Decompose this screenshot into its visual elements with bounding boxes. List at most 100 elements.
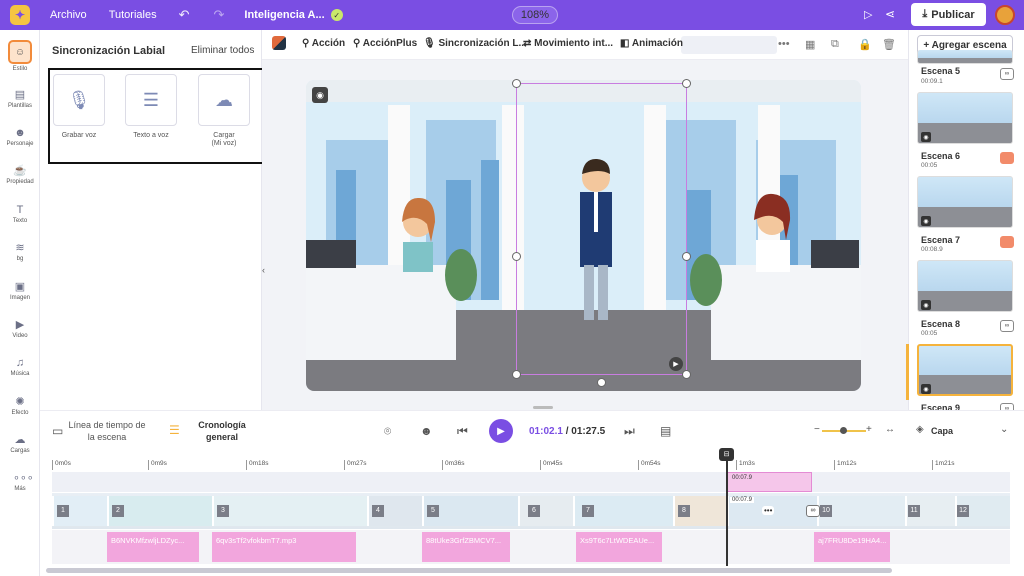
play-button[interactable]: ▶: [489, 419, 513, 443]
tab-accion[interactable]: ⚲ Acción: [302, 38, 345, 49]
nav-item-propiedad[interactable]: ☕ Propiedad: [0, 165, 40, 185]
text-icon: T: [16, 204, 24, 216]
play-element-icon[interactable]: ▶: [669, 357, 683, 371]
nav-item-imagen[interactable]: ▣ Imagen: [0, 281, 40, 301]
nav-item-video[interactable]: ▶ Video: [0, 319, 40, 339]
resize-handle-br[interactable]: [682, 370, 691, 379]
tab-scene-timeline[interactable]: Línea de tiempo de la escena: [66, 419, 148, 443]
nav-item-musica[interactable]: ♫ Música: [0, 357, 40, 377]
scene-thumb-7[interactable]: [917, 260, 1013, 312]
color-swatch-icon[interactable]: [272, 36, 286, 50]
ruler-tick: 0m0s: [52, 460, 71, 470]
app-logo-icon[interactable]: ✦: [10, 5, 30, 25]
tab-lipsync[interactable]: 🎙 Sincronización L...: [423, 38, 527, 49]
remove-all-button[interactable]: Eliminar todos: [191, 45, 254, 56]
project-name[interactable]: Inteligencia A...: [244, 9, 324, 21]
lock-icon[interactable]: 🔒: [858, 38, 872, 51]
video-icon: ▶: [15, 319, 25, 331]
camera-icon[interactable]: ◉: [312, 87, 328, 103]
menu-file[interactable]: Archivo: [50, 9, 87, 21]
nav-item-estilo[interactable]: ☺ Estilo: [0, 40, 40, 72]
nav-item-texto[interactable]: T Texto: [0, 204, 40, 224]
resize-handle-tr[interactable]: [682, 79, 691, 88]
nav-item-mas[interactable]: ∘∘∘ Más: [0, 472, 40, 492]
collapse-panel-icon[interactable]: ‹: [262, 265, 272, 283]
audio-clip[interactable]: aj7FRU8De19HA4...: [814, 532, 890, 562]
transparency-icon[interactable]: ▦: [805, 38, 815, 51]
layers-icon[interactable]: ⧉: [831, 38, 839, 51]
ruler-tick: 1m12s: [834, 460, 857, 470]
redo-icon[interactable]: ↷: [213, 7, 224, 23]
general-timeline-icon[interactable]: ☰: [169, 423, 180, 437]
nav-item-cargas[interactable]: ☁ Cargas: [0, 434, 40, 454]
nav-item-efecto[interactable]: ✺ Efecto: [0, 396, 40, 416]
timeline-ruler[interactable]: 0m0s 0m9s 0m18s 0m27s 0m36s 0m45s 0m54s …: [40, 456, 1024, 472]
scene-transition-icon[interactable]: [1000, 152, 1014, 164]
camera-icon: ◉: [921, 132, 931, 142]
fit-width-icon[interactable]: ↔: [885, 424, 895, 435]
nav-label: Plantillas: [7, 103, 32, 109]
resize-handle-tl[interactable]: [512, 79, 521, 88]
more-options-icon[interactable]: •••: [778, 38, 790, 50]
scene-thumb-6[interactable]: [917, 176, 1013, 228]
selection-box[interactable]: [516, 83, 687, 375]
scene-thumb-4[interactable]: [917, 50, 1013, 64]
playhead-handle-icon[interactable]: ⊟: [719, 448, 734, 461]
segment-number: 3: [217, 505, 229, 517]
scene-segment[interactable]: [212, 496, 367, 526]
screenshot-icon[interactable]: ⌾: [384, 424, 391, 439]
delete-icon[interactable]: 🗑: [882, 38, 896, 51]
rotate-handle[interactable]: [597, 378, 606, 387]
nav-item-bg[interactable]: ≋ bg: [0, 242, 40, 262]
resize-handle-bl[interactable]: [512, 370, 521, 379]
lipsync-block[interactable]: 00:07.9: [727, 472, 812, 492]
scene-transition-icon[interactable]: [1000, 236, 1014, 248]
element-track[interactable]: [52, 472, 1010, 492]
text-to-speech-button[interactable]: ☰: [125, 74, 177, 126]
segment-number: 1: [57, 505, 69, 517]
record-voice-button[interactable]: 🎙: [53, 74, 105, 126]
tab-general-timeline[interactable]: Cronología general: [190, 419, 254, 443]
timeline-scrollbar[interactable]: [46, 568, 892, 573]
share-icon[interactable]: ⋖: [885, 7, 895, 21]
tab-accionplus[interactable]: ⚲ AcciónPlus: [353, 38, 417, 49]
zoom-level[interactable]: 108%: [512, 6, 558, 24]
resize-drag-bar[interactable]: [533, 406, 553, 409]
skip-forward-icon[interactable]: ⏭: [624, 424, 635, 439]
scene-segment[interactable]: [518, 496, 573, 526]
audio-clip[interactable]: 88tUke3GrfZBMCV7...: [422, 532, 510, 562]
chevron-down-icon[interactable]: ⌄: [1000, 424, 1008, 435]
character-icon[interactable]: ☻: [420, 424, 433, 438]
audio-clip[interactable]: B6NVKMfzwljLDZyc...: [107, 532, 199, 562]
resize-handle-mr[interactable]: [682, 252, 691, 261]
nav-item-personaje[interactable]: ☻ Personaje: [0, 127, 40, 147]
transition-icon[interactable]: ∞: [806, 505, 820, 517]
scene-transition-icon[interactable]: ∞: [1000, 320, 1014, 332]
zoom-in-icon[interactable]: +: [866, 424, 872, 435]
scene-thumb-5[interactable]: [917, 92, 1013, 144]
nav-item-plantillas[interactable]: ▤ Plantillas: [0, 89, 40, 109]
skip-back-icon[interactable]: ⏮: [457, 424, 468, 439]
scene-transition-icon[interactable]: ∞: [1000, 68, 1014, 80]
timeline-zoom-knob[interactable]: [840, 427, 847, 434]
layer-label[interactable]: Capa: [931, 426, 953, 436]
undo-icon[interactable]: ↶: [179, 7, 190, 23]
tab-movement[interactable]: ⇄ Movimiento int...: [523, 38, 613, 49]
tab-animation[interactable]: ◧ Animación: [620, 38, 683, 49]
scene-timeline-icon[interactable]: ▭: [52, 424, 63, 438]
menu-tutorials[interactable]: Tutoriales: [109, 9, 157, 21]
segment-number: 10: [820, 505, 832, 517]
user-avatar[interactable]: [995, 5, 1015, 25]
playhead[interactable]: [726, 458, 728, 566]
audio-clip[interactable]: 6qv3sTf2vfokbmT7.mp3: [212, 532, 356, 562]
subtitles-icon[interactable]: ▤: [660, 424, 671, 438]
resize-handle-ml[interactable]: [512, 252, 521, 261]
audio-clip[interactable]: Xs9T6c7LtWDEAUe...: [576, 532, 662, 562]
preview-play-icon[interactable]: ▷: [864, 8, 872, 21]
zoom-out-icon[interactable]: −: [814, 424, 820, 435]
scene-thumb-8[interactable]: [917, 344, 1013, 396]
upload-voice-button[interactable]: ☁: [198, 74, 250, 126]
left-nav: [0, 30, 40, 576]
more-dots-icon[interactable]: •••: [762, 506, 775, 515]
publish-button[interactable]: ⤓ Publicar: [911, 3, 986, 26]
